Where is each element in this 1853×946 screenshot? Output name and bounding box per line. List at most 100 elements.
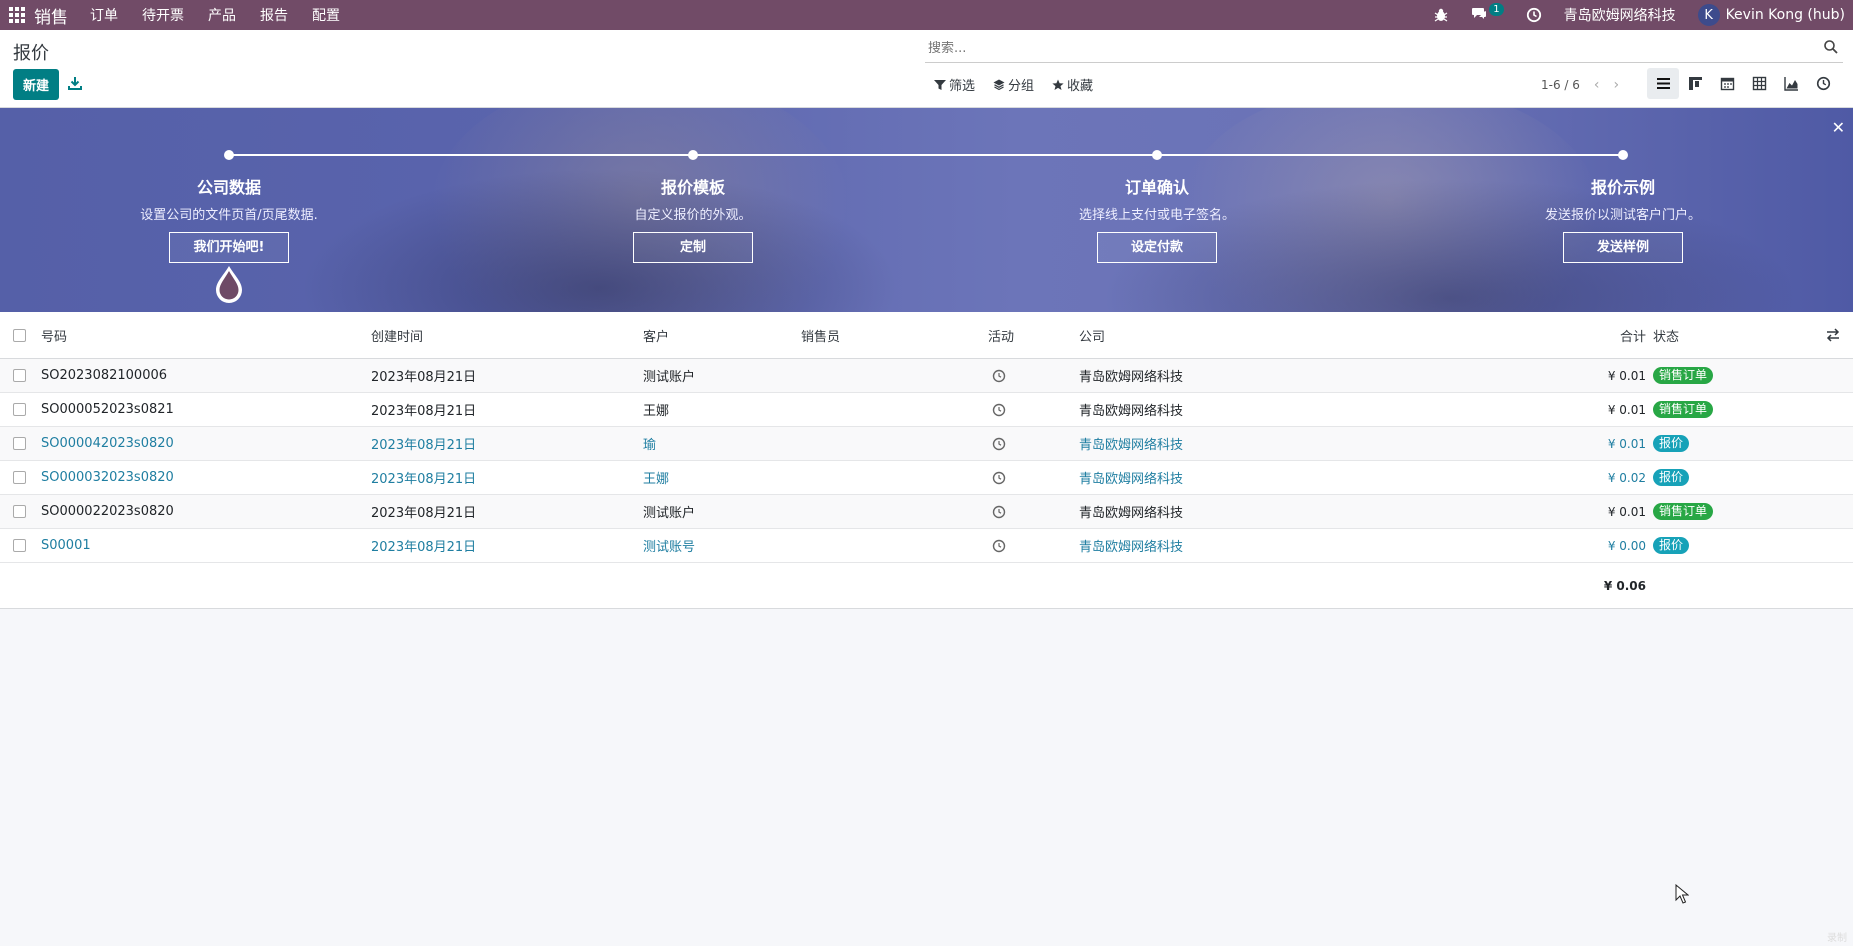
favorites-button[interactable]: 收藏 xyxy=(1052,75,1093,94)
created-date: 2023年08月21日 xyxy=(371,472,477,487)
activity-clock-icon[interactable] xyxy=(989,461,1009,494)
send-sample-button[interactable]: 发送样例 xyxy=(1563,232,1683,263)
order-number[interactable]: SO000032023s0820 xyxy=(41,461,174,494)
row-checkbox[interactable] xyxy=(13,427,26,460)
row-checkbox[interactable] xyxy=(13,529,26,562)
row-checkbox[interactable] xyxy=(13,495,26,528)
order-number[interactable]: SO000052023s0821 xyxy=(41,393,174,426)
order-number[interactable]: SO000042023s0820 xyxy=(41,427,174,460)
step-dot-4 xyxy=(1618,150,1628,160)
activity-clock-icon[interactable] xyxy=(989,393,1009,426)
created-date: 2023年08月21日 xyxy=(371,506,477,521)
activity-clock-icon[interactable] xyxy=(1526,7,1542,23)
list-view-icon[interactable] xyxy=(1647,68,1679,99)
pager-next-icon[interactable]: › xyxy=(1614,77,1620,93)
user-menu[interactable]: K Kevin Kong (hub) xyxy=(1697,4,1845,26)
activity-view-icon[interactable] xyxy=(1807,68,1839,99)
page-title: 报价 xyxy=(13,43,49,64)
activity-clock-icon[interactable] xyxy=(989,427,1009,460)
pager: 1-6 / 6 ‹ › xyxy=(1541,77,1619,93)
pivot-view-icon[interactable] xyxy=(1743,68,1775,99)
menu-products[interactable]: 产品 xyxy=(208,5,236,25)
calendar-view-icon[interactable] xyxy=(1711,68,1743,99)
step-dot-1 xyxy=(224,150,234,160)
table-row[interactable]: SO2023082100006 2023年08月21日 测试账户 青岛欧姆网络科技 ¥ … xyxy=(0,359,1853,393)
avatar: K xyxy=(1697,4,1720,26)
state-cell: 销售订单 xyxy=(1653,495,1714,528)
customer-name: 测试账户 xyxy=(643,370,696,385)
company-name: 青岛欧姆网络科技 xyxy=(1079,472,1184,487)
app-brand[interactable]: 销售 xyxy=(34,3,68,28)
pager-previous-icon[interactable]: ‹ xyxy=(1594,77,1600,93)
row-checkbox[interactable] xyxy=(13,461,26,494)
order-number[interactable]: SO000022023s0820 xyxy=(41,495,174,528)
step-dot-2 xyxy=(688,150,698,160)
apps-menu-icon[interactable] xyxy=(0,0,34,30)
layers-icon xyxy=(993,79,1005,90)
column-activity[interactable]: 活动 xyxy=(986,312,1016,358)
select-all-checkbox[interactable] xyxy=(13,312,26,358)
order-number[interactable]: S00001 xyxy=(41,529,91,562)
table-row[interactable]: SO000032023s0820 2023年08月21日 王娜 青岛欧姆网络科技 ¥ 0… xyxy=(0,461,1853,495)
activity-clock-icon[interactable] xyxy=(989,359,1009,392)
table-row[interactable]: S00001 2023年08月21日 测试账号 青岛欧姆网络科技 ¥ 0.00 报价 xyxy=(0,529,1853,563)
table-row[interactable]: SO000042023s0820 2023年08月21日 瑜 青岛欧姆网络科技 ¥ 0.… xyxy=(0,427,1853,461)
step-description: 设置公司的文件页首/页尾数据. xyxy=(140,208,318,223)
table-footer: ¥ 0.06 xyxy=(0,563,1853,609)
table-row[interactable]: SO000022023s0820 2023年08月21日 测试账户 青岛欧姆网络科技 ¥… xyxy=(0,495,1853,529)
column-company[interactable]: 公司 xyxy=(1079,312,1105,358)
menu-orders[interactable]: 订单 xyxy=(90,5,118,25)
debug-bug-icon[interactable] xyxy=(1433,7,1449,23)
set-payment-button[interactable]: 设定付款 xyxy=(1097,232,1217,263)
activity-clock-icon[interactable] xyxy=(989,529,1009,562)
menu-reporting[interactable]: 报告 xyxy=(260,5,288,25)
messages-button[interactable]: 1 xyxy=(1471,2,1504,25)
search-icon[interactable] xyxy=(1823,39,1843,59)
tip-pointer-icon[interactable] xyxy=(213,264,245,304)
column-number[interactable]: 号码 xyxy=(41,312,67,358)
group-by-button[interactable]: 分组 xyxy=(993,75,1034,94)
amount-total: ¥ 0.01 xyxy=(1607,402,1646,417)
order-number[interactable]: SO2023082100006 xyxy=(41,359,167,392)
step-title: 报价示例 xyxy=(1590,178,1655,197)
customize-button[interactable]: 定制 xyxy=(633,232,753,263)
status-badge: 报价 xyxy=(1653,537,1690,554)
progress-line-3 xyxy=(1157,154,1623,156)
filter-label: 筛选 xyxy=(949,79,976,94)
grand-total: ¥ 0.06 xyxy=(1603,578,1646,593)
menu-to-invoice[interactable]: 待开票 xyxy=(142,5,184,25)
row-checkbox[interactable] xyxy=(13,393,26,426)
customer-name: 瑜 xyxy=(643,438,657,453)
amount-total: ¥ 0.01 xyxy=(1607,504,1646,519)
column-created[interactable]: 创建时间 xyxy=(371,312,423,358)
quotations-list: 号码 创建时间 客户 销售员 活动 公司 合计 状态 SO20230821000… xyxy=(0,312,1853,609)
created-date: 2023年08月21日 xyxy=(371,438,477,453)
company-name: 青岛欧姆网络科技 xyxy=(1079,370,1184,385)
menu-configuration[interactable]: 配置 xyxy=(312,5,340,25)
search-input[interactable] xyxy=(925,41,1823,56)
activity-clock-icon[interactable] xyxy=(989,495,1009,528)
filter-button[interactable]: 筛选 xyxy=(934,75,975,94)
new-button[interactable]: 新建 xyxy=(13,69,59,100)
graph-view-icon[interactable] xyxy=(1775,68,1807,99)
state-cell: 销售订单 xyxy=(1653,359,1714,392)
download-icon[interactable] xyxy=(67,75,83,91)
control-panel: 报价 新建 筛选 分组 收藏 1-6 / 6 ‹ › xyxy=(0,30,1853,108)
optional-columns-icon[interactable] xyxy=(1826,312,1840,358)
group-by-label: 分组 xyxy=(1008,79,1035,94)
progress-line-1 xyxy=(229,154,693,156)
column-total[interactable]: 合计 xyxy=(1580,312,1646,358)
column-state[interactable]: 状态 xyxy=(1653,312,1679,358)
company-switcher[interactable]: 青岛欧姆网络科技 xyxy=(1564,5,1676,25)
table-row[interactable]: SO000052023s0821 2023年08月21日 王娜 青岛欧姆网络科技 ¥ 0… xyxy=(0,393,1853,427)
row-checkbox[interactable] xyxy=(13,359,26,392)
column-salesperson[interactable]: 销售员 xyxy=(801,312,840,358)
close-icon[interactable]: ✕ xyxy=(1832,118,1845,137)
pager-value[interactable]: 1-6 / 6 xyxy=(1541,78,1580,92)
created-date: 2023年08月21日 xyxy=(371,370,477,385)
kanban-view-icon[interactable] xyxy=(1679,68,1711,99)
state-cell: 报价 xyxy=(1653,529,1690,562)
state-cell: 报价 xyxy=(1653,461,1690,494)
column-customer[interactable]: 客户 xyxy=(643,312,669,358)
lets-start-button[interactable]: 我们开始吧! xyxy=(169,232,289,263)
